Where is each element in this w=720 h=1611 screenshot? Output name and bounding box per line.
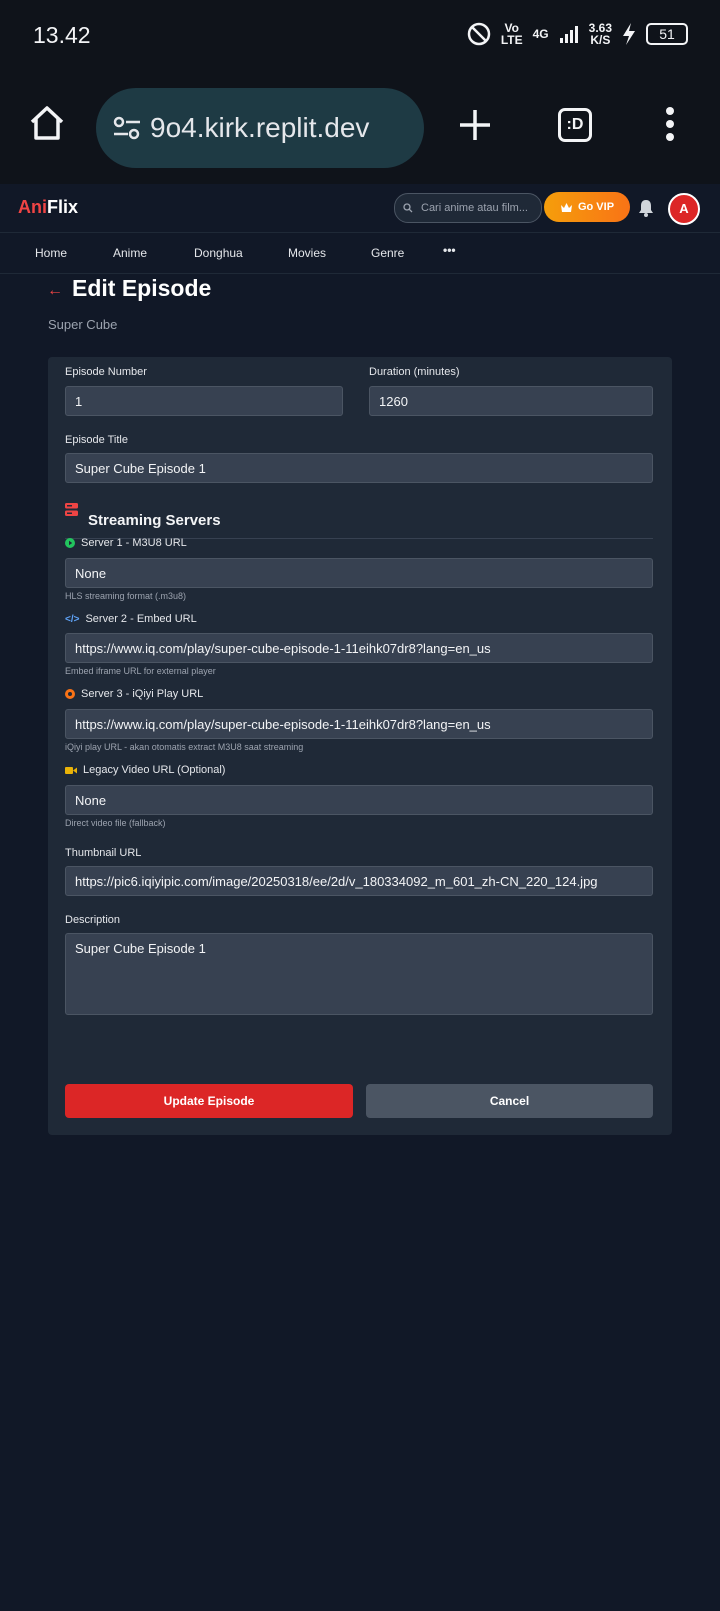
- description-textarea[interactable]: Super Cube Episode 1: [65, 933, 653, 1015]
- episode-title-label: Episode Title: [65, 434, 128, 446]
- nav-item-home[interactable]: Home: [35, 246, 67, 260]
- nav-more-icon[interactable]: •••: [443, 243, 456, 257]
- page-title: Edit Episode: [72, 275, 212, 301]
- legacy-video-label: Legacy Video URL (Optional): [65, 764, 225, 776]
- thumbnail-label: Thumbnail URL: [65, 847, 142, 859]
- nav-item-genre[interactable]: Genre: [371, 246, 404, 260]
- avatar[interactable]: A: [668, 193, 700, 225]
- nav-item-donghua[interactable]: Donghua: [194, 246, 243, 260]
- go-vip-button[interactable]: Go VIP: [544, 192, 630, 222]
- server-2-label-text: Server 2 - Embed URL: [85, 613, 197, 625]
- legacy-video-input[interactable]: None: [65, 785, 653, 815]
- server-2-input[interactable]: https://www.iq.com/play/super-cube-episo…: [65, 633, 653, 663]
- network-indicator: 4G: [532, 27, 549, 41]
- network-speed: 3.63 K/S: [589, 22, 612, 46]
- site-header: AniFlix Go VIP A: [0, 184, 720, 233]
- server-3-hint: iQiyi play URL - akan otomatis extract M…: [65, 742, 304, 752]
- status-bar: 13.42 Vo LTE 4G 3.63 K/S 51: [0, 0, 720, 72]
- description-label: Description: [65, 914, 121, 926]
- server-2-hint: Embed iframe URL for external player: [65, 666, 216, 676]
- nav-item-anime[interactable]: Anime: [113, 246, 147, 260]
- legacy-video-hint: Direct video file (fallback): [65, 818, 166, 828]
- server-1-hint: HLS streaming format (.m3u8): [65, 591, 187, 601]
- legacy-video-label-text: Legacy Video URL (Optional): [83, 764, 226, 776]
- streaming-servers-heading: Streaming Servers: [88, 512, 221, 529]
- more-vert-icon[interactable]: [664, 106, 676, 142]
- duration-input[interactable]: 1260: [369, 386, 653, 416]
- episode-title-input[interactable]: Super Cube Episode 1: [65, 453, 653, 483]
- server-3-input[interactable]: https://www.iq.com/play/super-cube-episo…: [65, 709, 653, 739]
- video-camera-icon: [65, 766, 77, 774]
- server-1-label: Server 1 - M3U8 URL: [65, 537, 187, 549]
- go-vip-label: Go VIP: [577, 201, 615, 213]
- server-2-label: </> Server 2 - Embed URL: [65, 613, 197, 625]
- tab-switcher-button[interactable]: :D: [558, 108, 592, 142]
- cancel-button[interactable]: Cancel: [366, 1084, 653, 1118]
- status-time: 13.42: [33, 22, 91, 48]
- do-not-disturb-icon: [467, 22, 491, 46]
- server-1-label-text: Server 1 - M3U8 URL: [81, 537, 187, 549]
- url-text: 9o4.kirk.replit.dev: [150, 112, 370, 143]
- logo-part-1: Ani: [18, 197, 47, 217]
- nav-item-movies[interactable]: Movies: [288, 246, 326, 260]
- thumbnail-input[interactable]: https://pic6.iqiyipic.com/image/20250318…: [65, 866, 653, 896]
- browser-toolbar: 9o4.kirk.replit.dev :D: [0, 72, 720, 185]
- home-icon[interactable]: [28, 104, 66, 142]
- address-bar[interactable]: 9o4.kirk.replit.dev: [96, 88, 424, 168]
- bell-icon[interactable]: [636, 198, 656, 218]
- tab-switcher-label: :D: [566, 116, 584, 133]
- new-tab-icon[interactable]: [458, 108, 492, 142]
- server-3-label: Server 3 - iQiyi Play URL: [65, 688, 203, 700]
- search-input[interactable]: [419, 201, 541, 215]
- edit-episode-form: Episode Number 1 Duration (minutes) 1260…: [48, 357, 672, 1135]
- duration-label: Duration (minutes): [369, 366, 460, 378]
- page-subtitle: Super Cube: [48, 317, 118, 332]
- battery-level: 51: [646, 23, 688, 45]
- episode-number-input[interactable]: 1: [65, 386, 343, 416]
- server-stack-icon: [65, 503, 78, 516]
- logo-part-2: Flix: [47, 197, 79, 217]
- main-nav: Home Anime Donghua Movies Genre •••: [0, 233, 720, 274]
- crown-icon: [560, 202, 572, 212]
- site-settings-icon[interactable]: [112, 115, 142, 141]
- episode-number-label: Episode Number: [65, 366, 147, 378]
- code-icon: </>: [65, 613, 80, 625]
- charging-icon: [623, 23, 635, 45]
- server-3-label-text: Server 3 - iQiyi Play URL: [81, 688, 204, 700]
- iqiyi-icon: [65, 689, 75, 699]
- signal-icon: [559, 26, 578, 43]
- volte-indicator: Vo LTE: [500, 21, 523, 47]
- search-box: [394, 193, 542, 223]
- status-icons: Vo LTE 4G 3.63 K/S 51: [467, 22, 688, 46]
- update-episode-button[interactable]: Update Episode: [65, 1084, 353, 1118]
- search-icon: [403, 203, 413, 213]
- play-circle-icon: [65, 538, 75, 548]
- back-arrow-icon[interactable]: ←: [47, 282, 63, 300]
- site-logo[interactable]: AniFlix: [18, 197, 78, 218]
- server-1-input[interactable]: None: [65, 558, 653, 588]
- speed-unit: K/S: [590, 33, 611, 47]
